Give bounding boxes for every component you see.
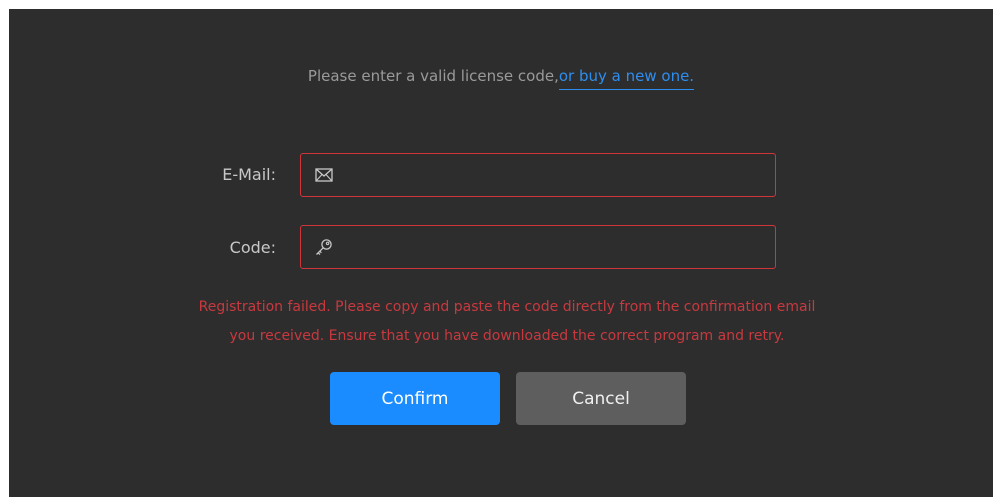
email-input[interactable] (342, 154, 767, 196)
license-dialog: Please enter a valid license code,or buy… (9, 9, 993, 497)
notice-text: Please enter a valid license code, (307, 67, 559, 85)
buy-license-link[interactable]: or buy a new one. (558, 67, 695, 90)
code-input[interactable] (342, 226, 767, 268)
error-message: Registration failed. Please copy and pas… (9, 293, 993, 351)
license-notice: Please enter a valid license code,or buy… (9, 67, 993, 90)
error-line-1: Registration failed. Please copy and pas… (198, 299, 816, 315)
code-label: Code: (229, 238, 276, 257)
envelope-icon (314, 165, 334, 185)
email-field[interactable] (300, 153, 776, 197)
code-field[interactable] (300, 225, 776, 269)
key-icon (314, 237, 334, 257)
email-label: E-Mail: (222, 165, 276, 184)
confirm-button[interactable]: Confirm (330, 372, 500, 425)
error-line-2: you received. Ensure that you have downl… (229, 328, 785, 344)
cancel-button[interactable]: Cancel (516, 372, 686, 425)
